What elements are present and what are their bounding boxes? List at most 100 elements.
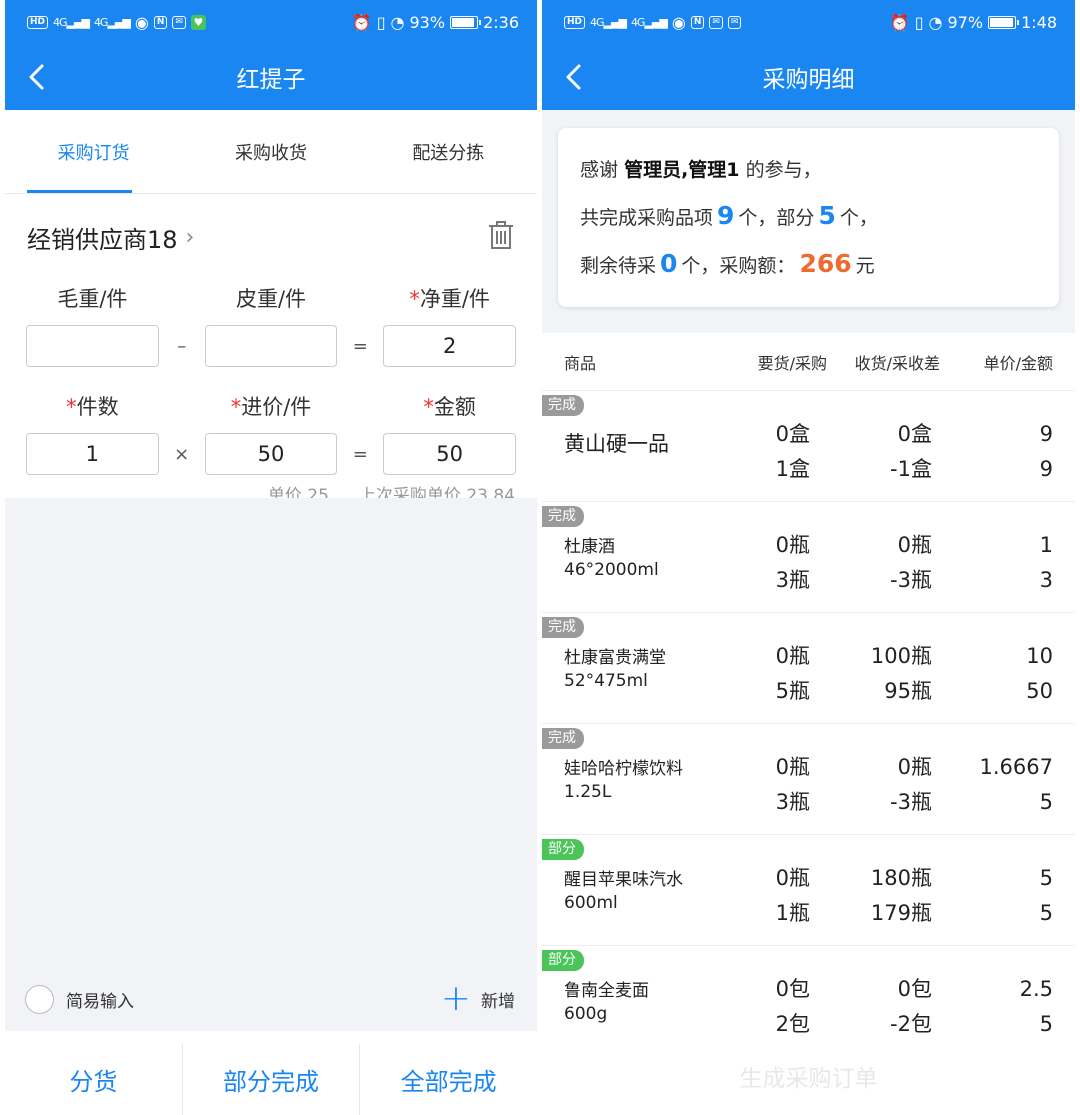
table-header: 商品 要货/采购 收货/采收差 单价/金额: [542, 333, 1075, 391]
nfc-icon: N: [153, 15, 168, 29]
nav-bar: 红提子: [5, 44, 537, 110]
eye-icon: ◉: [671, 12, 686, 32]
nav-bar: 采购明细: [542, 44, 1075, 110]
battery-icon: [450, 15, 482, 29]
net-weight-input[interactable]: 2: [383, 325, 517, 367]
back-arrow-icon[interactable]: [23, 62, 53, 92]
chevron-right-icon: ›: [185, 224, 195, 250]
partial-complete-button[interactable]: 部分完成: [183, 1044, 361, 1115]
table-row[interactable]: 完成 娃哈哈柠檬饮料1.25L 0瓶 3瓶 0瓶 -3瓶 1.6667 5: [542, 724, 1075, 835]
tab-delivery-sort[interactable]: 配送分拣: [360, 110, 537, 193]
status-badge: 完成: [542, 728, 584, 749]
message-icon: ✉: [727, 15, 742, 29]
footer-actions: 分货 部分完成 全部完成: [5, 1044, 537, 1115]
column-header-order: 要货/采购: [757, 353, 827, 373]
price-inputs: 1 × 50 = 50: [5, 432, 537, 476]
battery-icon: [988, 15, 1020, 29]
count-input[interactable]: 1: [26, 433, 159, 475]
battery-percent: 97%: [947, 12, 984, 32]
summary-line-completed: 共完成采购品项 9 个，部分 5 个，: [580, 201, 878, 230]
product-name: 黄山硬一品: [564, 432, 669, 456]
table-row[interactable]: 部分 醒目苹果味汽水600ml 0瓶 1瓶 180瓶 179瓶 55: [542, 835, 1075, 946]
signal-icon: 4G▂▄▆: [590, 15, 627, 29]
product-name: 杜康酒 46°2000ml: [564, 537, 659, 580]
product-name: 娃哈哈柠檬饮料1.25L: [564, 759, 683, 802]
data-saver-icon: ◔: [928, 12, 943, 32]
signal-icon: 4G▂▄▆: [93, 15, 131, 29]
trash-icon[interactable]: [487, 220, 515, 254]
price-input[interactable]: 50: [204, 433, 338, 475]
tare-weight-input[interactable]: [204, 325, 338, 367]
column-header-name: 商品: [564, 353, 597, 373]
amount-input[interactable]: 50: [383, 433, 517, 475]
supplier-selector[interactable]: 经销供应商18 ›: [27, 220, 194, 255]
status-bar: HD 4G▂▄▆ 4G▂▄▆ ◉ N ✉ ✉ ⏰ ▯ ◔ 97% 1:48: [542, 0, 1075, 44]
weight-inputs: – = 2: [5, 324, 537, 368]
vibrate-icon: ▯: [376, 12, 386, 32]
status-badge: 完成: [542, 395, 584, 416]
page-title: 红提子: [236, 67, 306, 93]
count-label: *件数: [66, 395, 119, 419]
nfc-icon: N: [690, 15, 705, 29]
all-complete-button[interactable]: 全部完成: [360, 1044, 537, 1115]
summary-line-remaining: 剩余待采 0 个，采购额： 266 元: [580, 249, 875, 278]
page-title: 采购明细: [762, 67, 855, 93]
product-name: 醒目苹果味汽水600ml: [564, 870, 683, 913]
message-icon: ✉: [172, 15, 186, 29]
simple-input-toggle[interactable]: 简易输入: [25, 984, 134, 1014]
product-name: 鲁南全麦面 600g: [564, 981, 649, 1024]
hd-icon: HD: [27, 15, 49, 29]
bottom-options: 简易输入 + 新增: [5, 968, 537, 1030]
data-saver-icon: ◔: [390, 12, 405, 32]
generate-order-button[interactable]: 生成采购订单: [542, 1036, 1075, 1115]
left-screen: HD 4G▂▄▆ 4G▂▄▆ ◉ N ✉ ♥ ⏰ ▯ ◔ 93% 2:36 红提…: [5, 0, 537, 1115]
product-name: 杜康富贵满堂 52°475ml: [564, 648, 666, 691]
add-button[interactable]: + 新增: [441, 981, 515, 1017]
content-background: [5, 498, 537, 1031]
message-icon: ✉: [709, 15, 723, 29]
tab-purchase-receive[interactable]: 采购收货: [182, 110, 359, 193]
amount-label: *金额: [423, 395, 476, 419]
tab-purchase-order[interactable]: 采购订货: [5, 110, 182, 193]
gross-weight-input[interactable]: [26, 325, 159, 367]
status-badge: 完成: [542, 506, 584, 527]
table-row[interactable]: 完成 杜康酒 46°2000ml 0瓶 3瓶 0瓶 -3瓶 13: [542, 502, 1075, 613]
table-row[interactable]: 完成 黄山硬一品 0盒 1盒 0盒 -1盒 99: [542, 391, 1075, 502]
add-label: 新增: [481, 991, 515, 1012]
table-row[interactable]: 完成 杜康富贵满堂 52°475ml 0瓶 5瓶 100瓶 95瓶 10 50: [542, 613, 1075, 724]
status-badge: 完成: [542, 617, 584, 638]
supplier-row: 经销供应商18 ›: [5, 194, 537, 280]
status-badge: 部分: [542, 839, 584, 860]
battery-percent: 93%: [409, 12, 446, 32]
purchase-amount: 266: [799, 249, 852, 278]
right-screen: HD 4G▂▄▆ 4G▂▄▆ ◉ N ✉ ✉ ⏰ ▯ ◔ 97% 1:48 采购…: [542, 0, 1075, 1115]
status-bar: HD 4G▂▄▆ 4G▂▄▆ ◉ N ✉ ♥ ⏰ ▯ ◔ 93% 2:36: [5, 0, 537, 44]
tab-bar: 采购订货 采购收货 配送分拣: [5, 110, 537, 194]
gross-weight-label: 毛重/件: [57, 287, 128, 311]
net-weight-label: *净重/件: [409, 287, 490, 311]
weight-labels: 毛重/件 皮重/件 *净重/件: [5, 280, 537, 316]
eye-icon: ◉: [134, 12, 149, 32]
tare-weight-label: 皮重/件: [235, 287, 307, 311]
distribute-button[interactable]: 分货: [5, 1044, 183, 1115]
clock: 1:48: [1021, 12, 1057, 32]
simple-input-label: 简易输入: [66, 991, 134, 1012]
remaining-count: 0: [660, 249, 678, 278]
equals-sign: =: [352, 335, 368, 357]
alarm-icon: ⏰: [889, 12, 910, 32]
required-mark: *: [409, 287, 420, 311]
minus-sign: –: [177, 335, 187, 357]
supplier-name: 经销供应商18: [27, 225, 178, 254]
summary-line-thanks: 感谢 管理员,管理1 的参与，: [580, 159, 822, 181]
alarm-icon: ⏰: [351, 12, 372, 32]
vibrate-icon: ▯: [914, 12, 924, 32]
price-labels: *件数 *进价/件 *金额: [5, 388, 537, 424]
hd-icon: HD: [564, 15, 586, 29]
status-badge: 部分: [542, 950, 584, 971]
radio-icon[interactable]: [25, 984, 54, 1014]
back-arrow-icon[interactable]: [560, 62, 590, 92]
plus-icon: +: [440, 978, 471, 1019]
equals-sign: =: [352, 443, 368, 465]
partial-count: 5: [818, 201, 836, 230]
times-sign: ×: [174, 443, 190, 465]
